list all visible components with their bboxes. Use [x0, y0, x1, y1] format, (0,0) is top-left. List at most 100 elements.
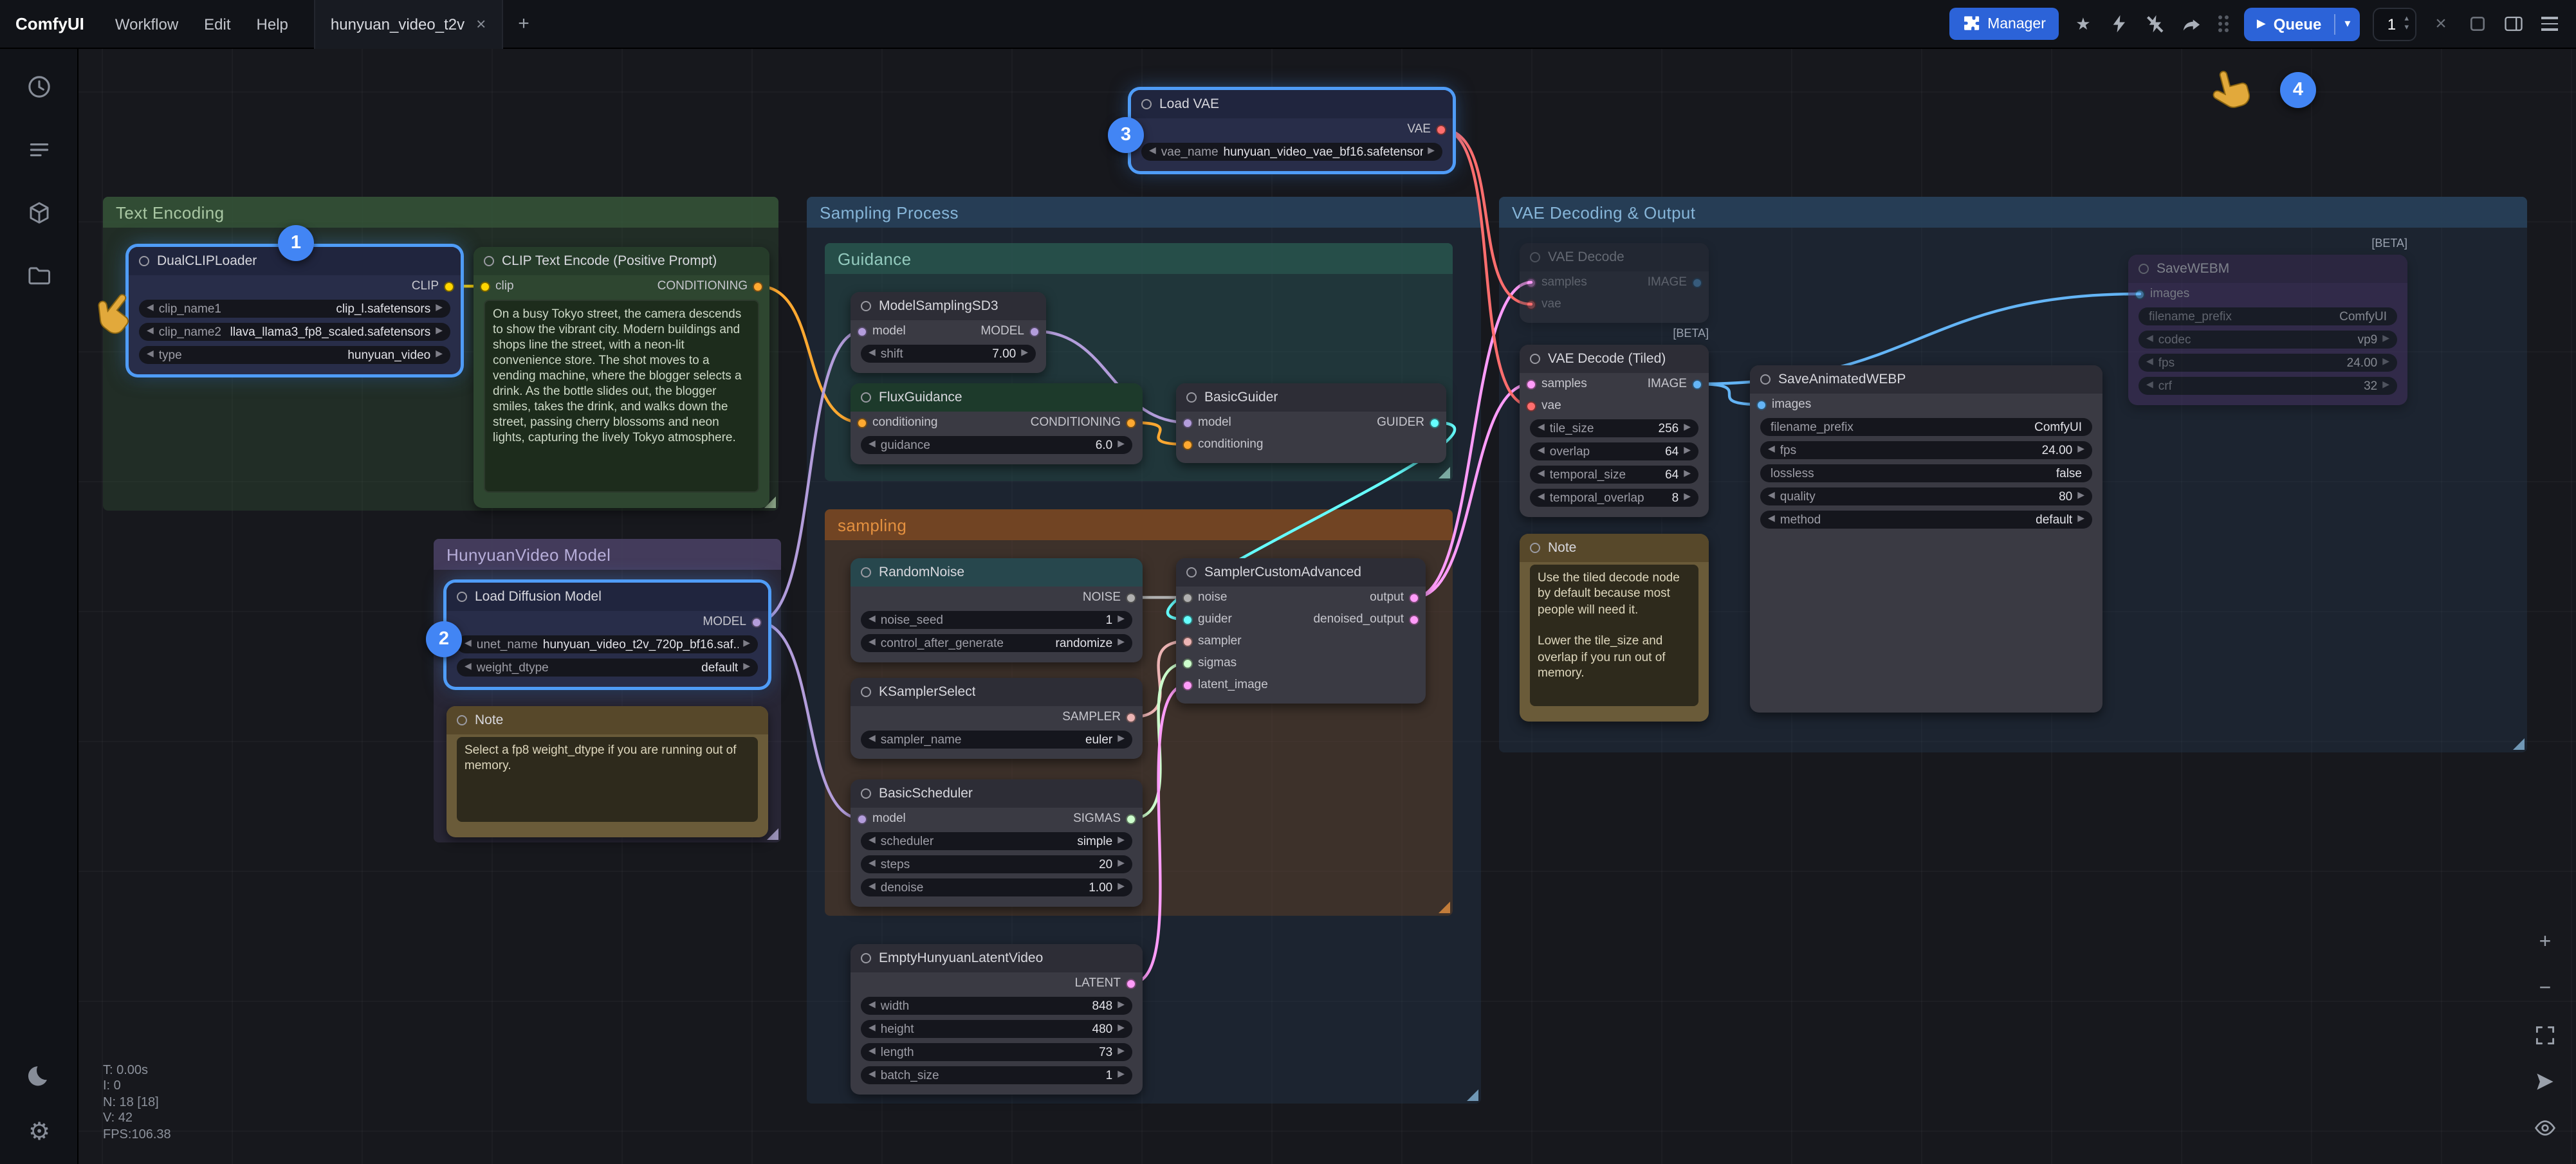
queue-dropdown-icon[interactable]: ▾ [2335, 17, 2359, 31]
widget-clip_name2[interactable]: ◀clip_name2llava_llama3_fp8_scaled.safet… [139, 323, 450, 341]
output-port-icon[interactable] [1126, 814, 1136, 824]
group-resize-handle[interactable] [767, 828, 778, 840]
increment-icon[interactable]: ▶ [1118, 436, 1125, 454]
input-port-icon[interactable] [857, 417, 867, 428]
decrement-icon[interactable]: ◀ [1538, 419, 1545, 437]
node-library-icon[interactable] [24, 198, 53, 226]
increment-icon[interactable]: ▶ [436, 323, 443, 341]
decrement-icon[interactable]: ◀ [465, 635, 472, 653]
increment-icon[interactable]: ▶ [1118, 878, 1125, 896]
decrement-icon[interactable]: ◀ [1149, 143, 1156, 161]
collapse-toggle-icon[interactable] [2139, 264, 2149, 274]
increment-icon[interactable]: ▶ [2382, 377, 2389, 395]
widget-crf[interactable]: ◀crf32▶ [2139, 377, 2397, 395]
settings-gear-icon[interactable]: ⚙ [25, 1118, 53, 1146]
collapse-toggle-icon[interactable] [861, 567, 871, 577]
node-dualclip[interactable]: DualCLIPLoaderCLIP◀clip_name1clip_l.safe… [129, 247, 461, 374]
menu-help[interactable]: Help [244, 15, 301, 33]
increment-icon[interactable]: ▶ [436, 346, 443, 364]
widget-unet_name[interactable]: ◀unet_namehunyuan_video_t2v_720p_bf16.sa… [457, 635, 758, 653]
node-header[interactable]: Load VAE [1131, 90, 1453, 118]
node-header[interactable]: CLIP Text Encode (Positive Prompt) [474, 247, 769, 275]
collapse-toggle-icon[interactable] [1760, 374, 1771, 385]
node-load_vae[interactable]: Load VAEVAE◀vae_namehunyuan_video_vae_bf… [1131, 90, 1453, 171]
node-ksamplerselect[interactable]: KSamplerSelectSAMPLER◀sampler_nameeuler▶ [851, 678, 1143, 759]
node-basicguider[interactable]: BasicGuidermodelGUIDERconditioning [1176, 383, 1446, 463]
widget-sampler_name[interactable]: ◀sampler_nameeuler▶ [861, 731, 1132, 749]
decrement-icon[interactable]: ◀ [869, 855, 876, 873]
collapse-toggle-icon[interactable] [457, 592, 467, 602]
workflows-history-icon[interactable] [24, 72, 53, 100]
input-slot-model[interactable]: model [1176, 415, 1231, 430]
input-slot-vae[interactable]: vae [1520, 399, 1561, 413]
increment-icon[interactable]: ▶ [2382, 354, 2389, 372]
increment-icon[interactable]: ▶ [743, 659, 750, 677]
increment-icon[interactable]: ▶ [1118, 1043, 1125, 1061]
node-header[interactable]: RandomNoise [851, 558, 1143, 587]
workflow-tab[interactable]: hunyuan_video_t2v × [314, 0, 502, 48]
node-empty_latent[interactable]: EmptyHunyuanLatentVideoLATENT◀width848▶◀… [851, 944, 1143, 1095]
output-slot-CONDITIONING[interactable]: CONDITIONING [658, 279, 769, 293]
input-port-icon[interactable] [1182, 658, 1193, 668]
input-slot-vae[interactable]: vae [1520, 297, 1561, 311]
increment-icon[interactable]: ▶ [1684, 442, 1691, 460]
share-icon[interactable] [2180, 12, 2203, 35]
output-port-icon[interactable] [1436, 124, 1446, 134]
decrement-icon[interactable]: ◀ [1768, 511, 1775, 529]
node-header[interactable]: EmptyHunyuanLatentVideo [851, 944, 1143, 972]
node-clip_encode[interactable]: CLIP Text Encode (Positive Prompt)clipCO… [474, 247, 769, 508]
input-port-icon[interactable] [1526, 401, 1536, 411]
decrement-icon[interactable]: ◀ [869, 1066, 876, 1084]
node-header[interactable]: FluxGuidance [851, 383, 1143, 412]
widget-clip_name1[interactable]: ◀clip_name1clip_l.safetensors▶ [139, 300, 450, 318]
collapse-toggle-icon[interactable] [861, 392, 871, 403]
widget-length[interactable]: ◀length73▶ [861, 1043, 1132, 1061]
widget-noise_seed[interactable]: ◀noise_seed1▶ [861, 611, 1132, 629]
decrement-icon[interactable]: ◀ [465, 659, 472, 677]
decrement-icon[interactable]: ◀ [147, 346, 154, 364]
input-port-icon[interactable] [1182, 439, 1193, 450]
widget-fps[interactable]: ◀fps24.00▶ [2139, 354, 2397, 372]
input-slot-samples[interactable]: samples [1520, 275, 1587, 289]
input-slot-guider[interactable]: guider [1176, 612, 1232, 626]
decrement-icon[interactable]: ◀ [869, 731, 876, 749]
decrement-icon[interactable]: ◀ [1538, 442, 1545, 460]
widget-temporal_size[interactable]: ◀temporal_size64▶ [1530, 466, 1698, 484]
output-slot-output[interactable]: output [1370, 590, 1426, 605]
decrement-icon[interactable]: ◀ [869, 611, 876, 629]
node-header[interactable]: VAE Decode [1520, 243, 1709, 271]
cancel-run-icon[interactable]: × [2429, 12, 2452, 35]
widget-tile_size[interactable]: ◀tile_size256▶ [1530, 419, 1698, 437]
input-port-icon[interactable] [1182, 680, 1193, 690]
increment-icon[interactable]: ▶ [1021, 345, 1028, 363]
decrement-icon[interactable]: ◀ [869, 345, 876, 363]
bolt-off-icon[interactable] [2144, 12, 2167, 35]
output-port-icon[interactable] [1126, 712, 1136, 722]
output-port-icon[interactable] [1029, 326, 1040, 336]
output-slot-IMAGE[interactable]: IMAGE [1648, 275, 1709, 289]
widget-weight_dtype[interactable]: ◀weight_dtypedefault▶ [457, 659, 758, 677]
output-port-icon[interactable] [1692, 379, 1702, 389]
output-port-icon[interactable] [1409, 592, 1419, 603]
increment-icon[interactable]: ▶ [1118, 1066, 1125, 1084]
increment-icon[interactable]: ▶ [2077, 487, 2084, 505]
widget-type[interactable]: ◀typehunyuan_video▶ [139, 346, 450, 364]
node-header[interactable]: Load Diffusion Model [446, 583, 768, 611]
widget-overlap[interactable]: ◀overlap64▶ [1530, 442, 1698, 460]
node-fluxguidance[interactable]: FluxGuidanceconditioningCONDITIONING◀gui… [851, 383, 1143, 464]
input-slot-model[interactable]: model [851, 324, 906, 338]
output-port-icon[interactable] [753, 281, 763, 291]
new-tab-button[interactable]: + [502, 13, 545, 35]
collapse-toggle-icon[interactable] [1530, 252, 1540, 262]
decrement-icon[interactable]: ◀ [147, 323, 154, 341]
graph-canvas[interactable]: T: 0.00s I: 0 N: 18 [18] V: 42 FPS:106.3… [0, 0, 2576, 1164]
batch-count-stepper[interactable]: 1 ▴ ▾ [2372, 7, 2416, 41]
decrement-icon[interactable]: ◀ [869, 832, 876, 850]
increment-icon[interactable]: ▶ [1684, 419, 1691, 437]
input-port-icon[interactable] [1182, 636, 1193, 646]
input-slot-samples[interactable]: samples [1520, 377, 1587, 391]
output-slot-denoised_output[interactable]: denoised_output [1313, 612, 1426, 626]
group-resize-handle[interactable] [1439, 902, 1450, 913]
increment-icon[interactable]: ▶ [1118, 997, 1125, 1015]
widget-vae_name[interactable]: ◀vae_namehunyuan_video_vae_bf16.safetens… [1141, 143, 1442, 161]
